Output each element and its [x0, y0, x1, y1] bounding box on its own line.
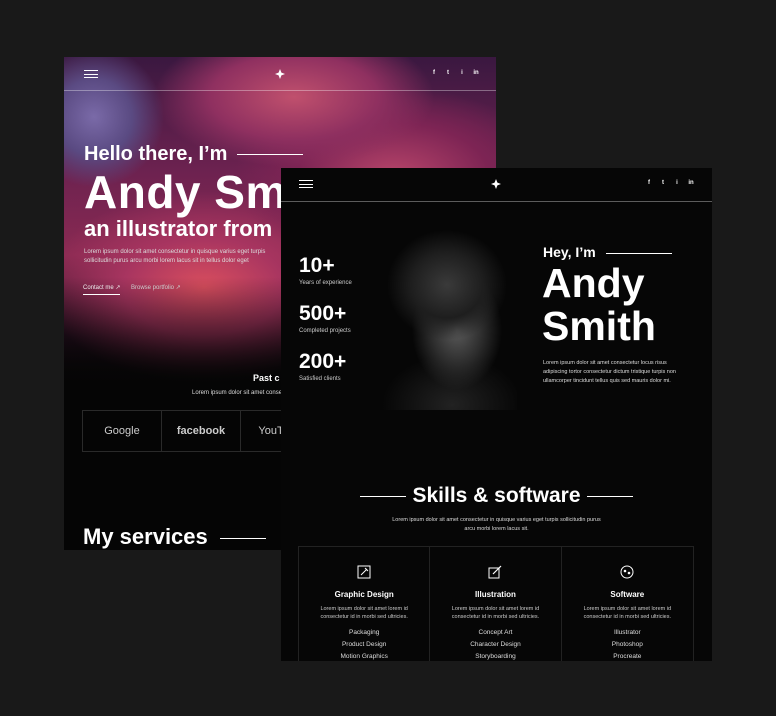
bio-line: adipiscing tortor consectetur dictum tri… [543, 369, 676, 375]
skills-intro-line: arcu morbi lorem lacus sit. [464, 526, 529, 532]
graphic-design-icon [357, 565, 371, 579]
twitter-icon[interactable]: t [444, 70, 452, 76]
skill-title: Software [610, 590, 645, 599]
menu-icon[interactable] [299, 180, 313, 188]
past-clients-heading: Past c [253, 373, 280, 383]
skills-grid: Graphic Design Lorem ipsum dolor sit ame… [298, 546, 694, 661]
hero-greeting-text: Hello there, I’m [84, 143, 228, 165]
front-greeting: Hey, I’m [543, 244, 672, 260]
portrait-photo [377, 230, 517, 410]
skill-title: Graphic Design [334, 590, 394, 599]
illustration-icon [488, 565, 502, 579]
greeting-rule [605, 252, 672, 254]
skills-heading-text: Skills & software [412, 484, 581, 507]
back-social-links: f t i in [430, 70, 480, 76]
first-name: Andy [542, 260, 645, 306]
hero-intro-line: Lorem ipsum dolor sit amet consectetur i… [84, 249, 266, 255]
skill-item: Product Design [341, 641, 387, 648]
menu-icon[interactable] [84, 70, 98, 78]
instagram-icon[interactable]: i [458, 70, 466, 76]
software-icon [620, 565, 634, 579]
twitter-icon[interactable]: t [659, 180, 667, 186]
stat-years: 10+ Years of experience [299, 254, 352, 286]
skill-item: Character Design [470, 641, 521, 648]
skill-item: Packaging [348, 629, 380, 636]
skill-title: Illustration [475, 590, 516, 599]
back-navbar: f t i in [64, 57, 496, 91]
hero-greeting: Hello there, I’m [84, 143, 303, 166]
stat-label: Years of experience [299, 280, 352, 286]
last-name: Smith [542, 303, 656, 349]
front-preview-card: f t i in 10+ Years of experience 500+ Co… [281, 168, 712, 661]
skill-desc: Lorem ipsum dolor sit amet lorem id cons… [583, 606, 672, 620]
stat-clients: 200+ Satisfied clients [299, 350, 346, 382]
skill-item: Storyboarding [475, 653, 516, 660]
instagram-icon[interactable]: i [673, 180, 681, 186]
browse-portfolio-link[interactable]: Browse portfolio ↗ [131, 284, 181, 291]
front-greeting-text: Hey, I’m [543, 244, 596, 260]
linkedin-icon[interactable]: in [687, 180, 695, 186]
skill-item: Concept Art [478, 629, 513, 636]
skill-column-software: Software Lorem ipsum dolor sit amet lore… [562, 547, 693, 661]
logo-icon[interactable] [491, 179, 501, 189]
google-logo: Google [83, 411, 162, 451]
front-navbar: f t i in [281, 168, 712, 202]
skill-item: Motion Graphics [340, 653, 388, 660]
bio-line: Lorem ipsum dolor sit amet consectetur l… [543, 360, 667, 366]
skills-rule-left [360, 495, 407, 497]
skills-intro-line: Lorem ipsum dolor sit amet consectetur i… [392, 517, 601, 523]
facebook-icon[interactable]: f [645, 180, 653, 186]
skill-desc: Lorem ipsum dolor sit amet lorem id cons… [451, 606, 540, 620]
stat-number: 500+ [299, 302, 347, 325]
stat-label: Satisfied clients [299, 376, 341, 382]
front-name: Andy Smith [542, 262, 656, 348]
skill-item: Procreate [613, 653, 642, 660]
stat-label: Completed projects [299, 328, 351, 334]
stat-number: 200+ [299, 350, 347, 373]
bio-line: ullamcorper tincidunt tellus quis sed ma… [543, 378, 671, 384]
front-social-links: f t i in [645, 180, 695, 186]
skills-heading: Skills & software [281, 484, 712, 508]
skills-intro: Lorem ipsum dolor sit amet consectetur i… [281, 516, 712, 534]
skill-column-illustration: Illustration Lorem ipsum dolor sit amet … [430, 547, 562, 661]
skills-rule-right [586, 495, 633, 497]
services-rule [219, 537, 266, 539]
front-bio: Lorem ipsum dolor sit amet consectetur l… [543, 359, 703, 386]
contact-me-link[interactable]: Contact me ↗ [83, 284, 121, 295]
services-heading-text: My services [83, 524, 208, 549]
past-clients-text: Lorem ipsum dolor sit amet conse [192, 390, 283, 396]
hero-intro-line: sollicitudin purus arcu morbi lorem lacu… [84, 258, 249, 264]
skill-item: Illustrator [613, 629, 641, 636]
logo-icon[interactable] [275, 69, 285, 79]
stat-projects: 500+ Completed projects [299, 302, 351, 334]
skill-item: Photoshop [611, 641, 643, 648]
skill-desc: Lorem ipsum dolor sit amet lorem id cons… [320, 606, 408, 620]
greeting-rule [236, 154, 303, 156]
hero-intro: Lorem ipsum dolor sit amet consectetur i… [84, 248, 304, 266]
hero-subtitle: an illustrator from [84, 216, 273, 241]
skill-column-graphic-design: Graphic Design Lorem ipsum dolor sit ame… [299, 547, 431, 661]
facebook-icon[interactable]: f [430, 70, 438, 76]
linkedin-icon[interactable]: in [472, 70, 480, 76]
facebook-logo: facebook [162, 411, 241, 451]
stat-number: 10+ [299, 254, 335, 277]
services-heading: My services [83, 524, 266, 550]
